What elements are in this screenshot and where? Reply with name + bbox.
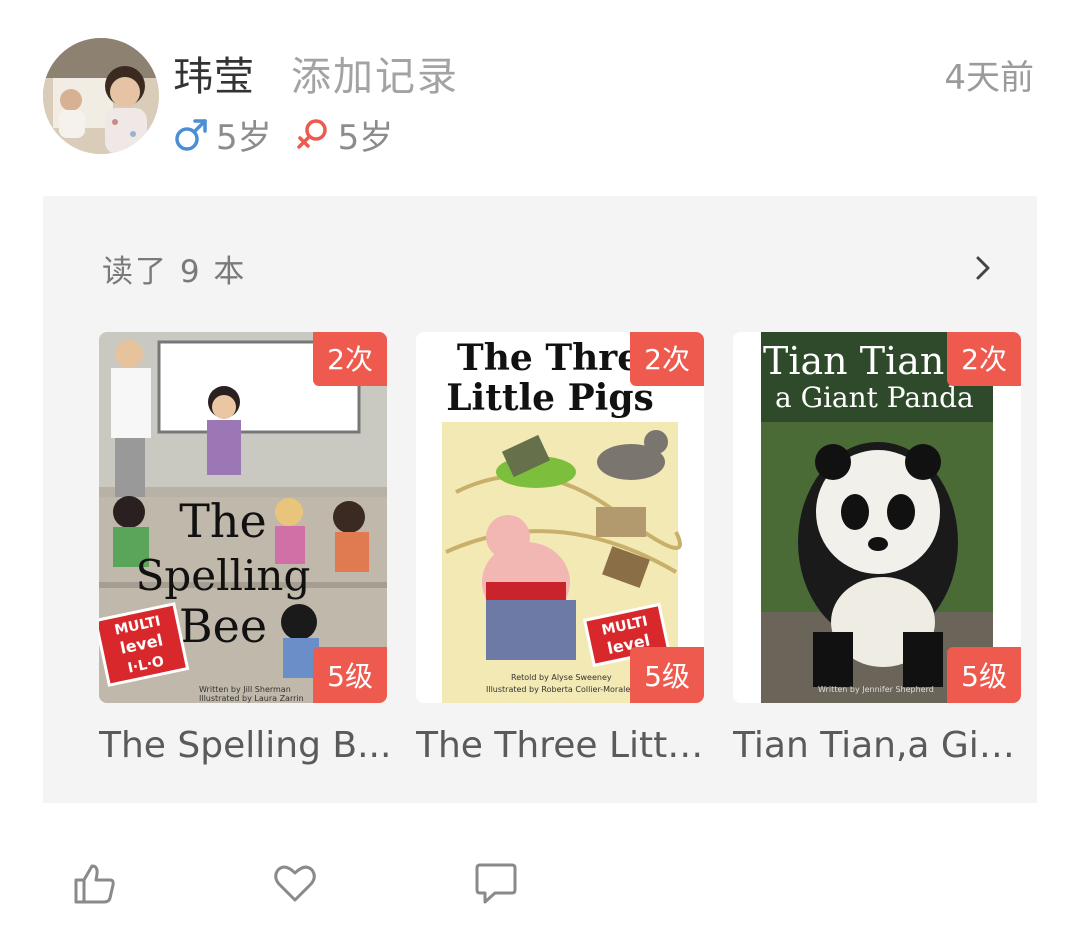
level-badge: 5级 [947,647,1021,703]
read-count-badge: 2次 [630,332,704,386]
comment-icon[interactable] [473,860,519,906]
like-icon[interactable] [72,860,118,906]
child-female: 5岁 [294,110,394,159]
favorite-heart-icon[interactable] [272,860,318,906]
level-badge: 5级 [630,647,704,703]
reading-record-card[interactable]: 读了 9 本 The Spelling Bee MULTI level I·L·… [43,196,1037,803]
children-info: 5岁 5岁 [172,110,415,159]
male-symbol-icon [175,118,207,151]
post-action-text: 添加记录 [291,54,459,100]
cover-title-line: Tian Tian [763,339,944,383]
book-title[interactable]: Tian Tian,a Gia... [733,725,1028,766]
comment-button[interactable] [473,860,519,906]
books-read-summary: 读了 9 本 [102,254,247,290]
read-count-badge: 2次 [313,332,387,386]
user-name[interactable]: 玮莹 [173,44,255,102]
level-badge: 5级 [313,647,387,703]
book-item[interactable]: The Three Little Pigs MULTI level Retold… [416,332,711,766]
book-title[interactable]: The Three Littl... [416,725,711,766]
cover-credit: Written by Jill Sherman [199,685,291,694]
cover-title-line: Little Pigs [446,377,654,419]
cover-title-line: Bee [179,599,267,653]
book-cover[interactable]: The Three Little Pigs MULTI level Retold… [416,332,704,703]
cover-title-line: Spelling [136,551,311,600]
female-symbol-icon [296,118,327,149]
feed-post: 玮莹 添加记录 4天前 5岁 5岁 读了 9 本 The Spelling Be… [0,0,1080,943]
post-time: 4天前 [944,58,1034,98]
child-age: 5岁 [216,118,272,158]
book-item[interactable]: Tian Tian a Giant Panda Written by Jenni… [733,332,1028,766]
child-male: 5岁 [172,110,272,159]
cover-credit: Written by Jennifer Shepherd [818,685,934,694]
favorite-button[interactable] [272,860,318,906]
like-button[interactable] [72,860,118,906]
book-title[interactable]: The Spelling B... [99,725,394,766]
child-age: 5岁 [337,118,394,158]
cover-credit: Illustrated by Laura Zarrin [199,694,304,703]
book-cover[interactable]: Tian Tian a Giant Panda Written by Jenni… [733,332,1021,703]
cover-title-line: The [179,494,267,548]
cover-credit: Illustrated by Roberta Collier-Morales [486,685,634,694]
read-count-badge: 2次 [947,332,1021,386]
user-avatar[interactable] [43,38,159,154]
book-item[interactable]: The Spelling Bee MULTI level I·L·O Writt… [99,332,391,766]
chevron-right-icon[interactable] [969,254,997,282]
cover-title-line: a Giant Panda [775,381,974,414]
book-cover[interactable]: The Spelling Bee MULTI level I·L·O Writt… [99,332,387,703]
cover-credit: Retold by Alyse Sweeney [511,673,612,682]
